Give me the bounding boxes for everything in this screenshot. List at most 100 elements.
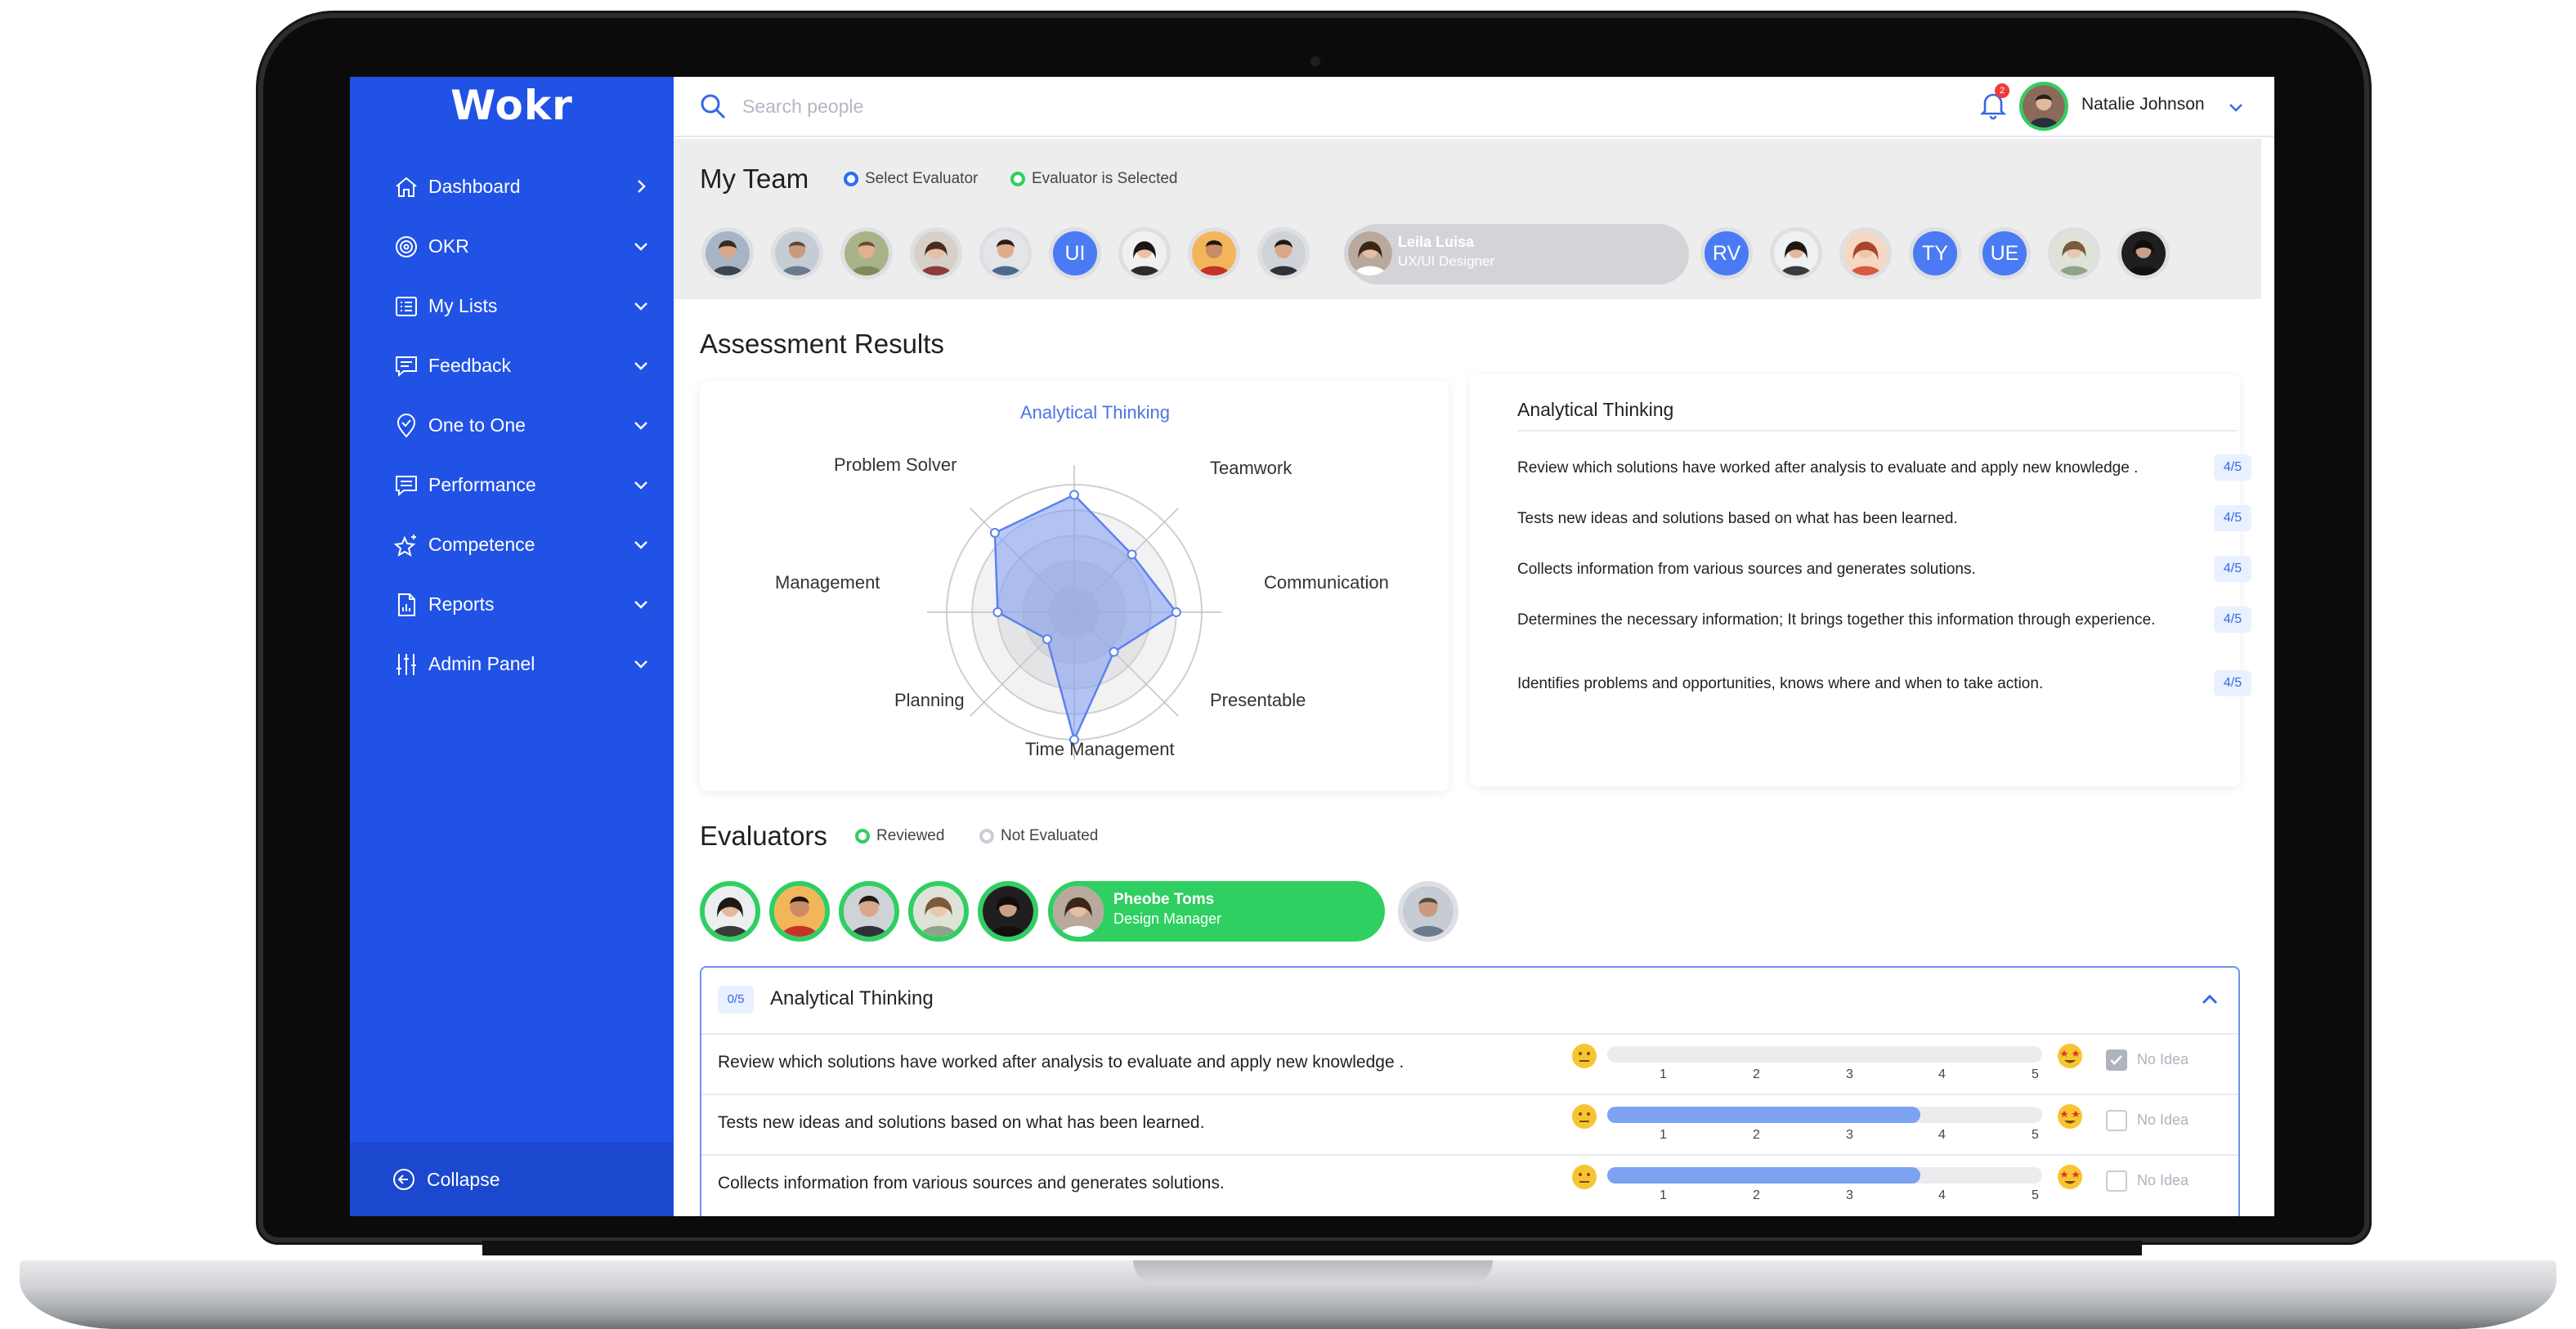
scale-tick: 5 (2032, 1128, 2039, 1142)
rating-slider[interactable] (1607, 1107, 2042, 1123)
assessment-item: Tests new ideas and solutions based on w… (1517, 510, 1958, 527)
chevron-down-icon (634, 422, 647, 430)
sidebar-item-my-lists[interactable]: My Lists (350, 276, 674, 336)
sidebar-item-competence[interactable]: Competence (350, 515, 674, 575)
sidebar-item-label: One to One (428, 414, 526, 436)
sidebar-item-performance[interactable]: Performance (350, 455, 674, 515)
sidebar-item-label: Reports (428, 593, 495, 615)
sidebar-item-label: My Lists (428, 295, 498, 316)
team-member-initials[interactable]: RV (1700, 227, 1753, 280)
scale-tick: 2 (1753, 1188, 1760, 1202)
radar-label-communication: Communication (1264, 572, 1389, 593)
question-row: Tests new ideas and solutions based on w… (701, 1094, 2238, 1154)
home-icon (392, 173, 420, 201)
question-row: Collects information from various source… (701, 1154, 2238, 1215)
team-member-avatar[interactable] (2117, 227, 2170, 280)
team-member-avatar[interactable] (771, 227, 823, 280)
evaluator-avatar[interactable] (978, 881, 1038, 942)
evaluator-avatar-not-evaluated[interactable] (1398, 881, 1458, 942)
rating-slider[interactable] (1607, 1167, 2042, 1184)
team-member-initials[interactable]: TY (1909, 227, 1961, 280)
team-member-avatar[interactable] (1257, 227, 1310, 280)
sidebar-item-admin-panel[interactable]: Admin Panel (350, 634, 674, 694)
legend-not-evaluated: Not Evaluated (979, 827, 1098, 845)
rating-slider-fill (1607, 1167, 1921, 1184)
team-member-avatar[interactable] (979, 227, 1032, 280)
no-idea-label: No Idea (2137, 1051, 2189, 1067)
scale-tick: 4 (1938, 1128, 1946, 1142)
evaluator-avatar[interactable] (700, 881, 760, 942)
report-icon (392, 591, 420, 619)
star-eyes-face-icon (2058, 1044, 2082, 1068)
rating-slider[interactable] (1607, 1046, 2042, 1063)
team-member-initials[interactable]: UI (1049, 227, 1101, 280)
team-member-initials[interactable]: UE (1978, 227, 2031, 280)
no-idea-checkbox[interactable] (2106, 1170, 2127, 1192)
team-member-avatar[interactable] (701, 227, 754, 280)
no-idea-checkbox[interactable] (2106, 1110, 2127, 1131)
team-member-avatar[interactable] (1770, 227, 1822, 280)
question-text: Review which solutions have worked after… (718, 1053, 1404, 1072)
checkmark-icon (2110, 1055, 2122, 1066)
legend-label: Select Evaluator (865, 170, 979, 187)
assessment-score-badge: 4/5 (2214, 454, 2251, 481)
team-member-avatar[interactable] (2048, 227, 2100, 280)
assessment-item: Collects information from various source… (1517, 561, 1976, 578)
chevron-down-icon[interactable] (2227, 98, 2245, 116)
selected-evaluator-name: Pheobe Toms (1113, 891, 1215, 908)
notification-badge: 2 (1995, 83, 2009, 98)
no-idea-checkbox[interactable] (2106, 1049, 2127, 1071)
sidebar-item-one-to-one[interactable]: One to One (350, 396, 674, 455)
sidebar: Wokr Dashboard OKR My Lists Feedback One… (350, 77, 674, 1216)
team-member-avatar[interactable] (910, 227, 962, 280)
accordion-title[interactable]: Analytical Thinking (770, 987, 934, 1010)
bezel-bottom (482, 1241, 2142, 1255)
sidebar-item-label: Admin Panel (428, 653, 535, 674)
sidebar-item-reports[interactable]: Reports (350, 575, 674, 634)
selected-evaluator-avatar[interactable] (1048, 881, 1109, 942)
scale-tick: 1 (1660, 1067, 1667, 1081)
legend-dot-green (855, 829, 870, 843)
message-icon (392, 472, 420, 499)
legend-evaluator-selected: Evaluator is Selected (1010, 170, 1178, 188)
chevron-right-icon (638, 180, 646, 193)
collapse-button[interactable]: Collapse (350, 1143, 674, 1216)
radar-data-point (989, 527, 1000, 538)
sidebar-item-okr[interactable]: OKR (350, 217, 674, 276)
team-member-avatar[interactable] (1839, 227, 1892, 280)
chevron-down-icon (634, 362, 647, 370)
search-input[interactable] (742, 90, 1233, 123)
user-avatar[interactable] (2019, 82, 2068, 131)
evaluator-avatar[interactable] (769, 881, 830, 942)
scale-tick: 5 (2032, 1188, 2039, 1202)
camera (1306, 52, 1324, 70)
sidebar-item-dashboard[interactable]: Dashboard (350, 157, 674, 217)
radar-data-point (992, 607, 1003, 617)
radar-label-time-management: Time Management (1025, 739, 1175, 759)
location-check-icon (392, 412, 420, 440)
user-name[interactable]: Natalie Johnson (2081, 95, 2205, 114)
radar-data-point (1127, 549, 1137, 560)
assessment-score-badge: 4/5 (2214, 505, 2251, 531)
team-member-avatar[interactable] (840, 227, 893, 280)
app-logo[interactable]: Wokr (350, 82, 674, 129)
divider (1517, 430, 2237, 432)
target-icon (392, 233, 420, 261)
scale-tick: 4 (1938, 1188, 1946, 1202)
chevron-up-icon[interactable] (2199, 989, 2220, 1010)
scale-tick: 4 (1938, 1067, 1946, 1081)
legend-label: Not Evaluated (1001, 827, 1099, 844)
collapse-icon (393, 1169, 414, 1190)
evaluator-avatar[interactable] (839, 881, 899, 942)
scale-tick: 3 (1846, 1067, 1853, 1081)
scale-tick: 1 (1660, 1128, 1667, 1142)
no-idea-label: No Idea (2137, 1172, 2189, 1188)
team-member-avatar[interactable] (1118, 227, 1171, 280)
evaluator-avatar[interactable] (908, 881, 969, 942)
selected-member-avatar[interactable] (1344, 227, 1396, 280)
sidebar-item-feedback[interactable]: Feedback (350, 336, 674, 396)
scale-tick: 2 (1753, 1067, 1760, 1081)
team-member-avatar[interactable] (1188, 227, 1240, 280)
chevron-down-icon (634, 481, 647, 490)
radar-data-point (1069, 490, 1079, 500)
